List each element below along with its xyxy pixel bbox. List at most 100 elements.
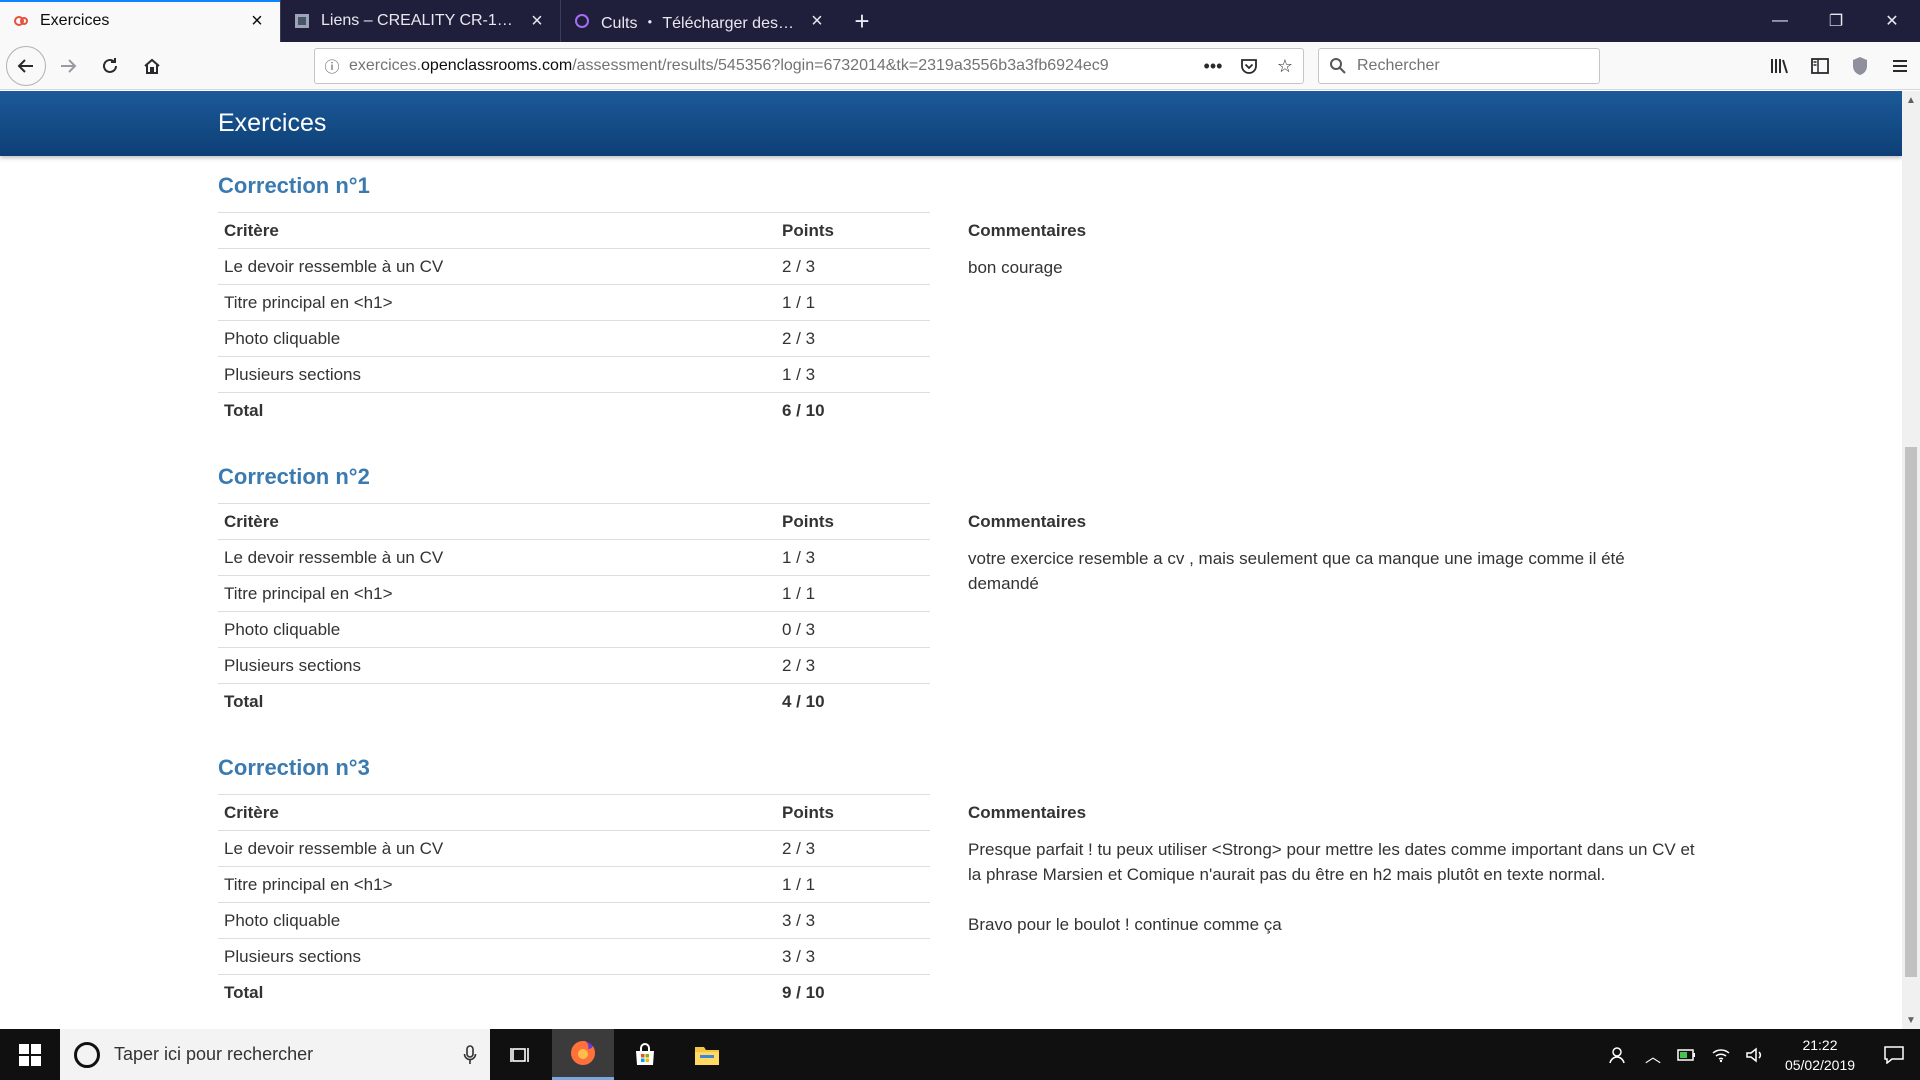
url-text[interactable]: exercices.openclassrooms.com/assessment/…: [349, 57, 1195, 75]
criterion-cell: Photo cliquable: [218, 320, 776, 357]
tab-close-icon[interactable]: ×: [526, 10, 548, 32]
toolbar-icons: [1760, 42, 1920, 90]
url-actions: ••• ☆: [1195, 56, 1303, 77]
new-tab-button[interactable]: +: [840, 0, 884, 42]
window-controls: — ❐ ✕: [1752, 0, 1920, 42]
comments-heading: Commentaires: [968, 803, 1087, 822]
tab-exercices[interactable]: Exercices ×: [0, 0, 280, 42]
points-cell: 1 / 3: [776, 356, 930, 393]
criterion-cell: Plusieurs sections: [218, 356, 776, 393]
tab-cults[interactable]: Cults ・ Télécharger des modèl ×: [560, 0, 840, 42]
pocket-icon[interactable]: [1231, 56, 1267, 77]
tab-strip: Exercices × Liens – CREALITY CR-10 FRANC…: [0, 0, 1920, 42]
sidebar-icon[interactable]: [1800, 57, 1840, 75]
search-input[interactable]: Rechercher: [1357, 57, 1440, 75]
volume-icon[interactable]: [1738, 1046, 1772, 1063]
task-view-icon[interactable]: [490, 1029, 552, 1080]
correction-section: Correction n°2 Critère Points Le devoir …: [218, 459, 1698, 720]
minimize-icon[interactable]: —: [1752, 0, 1808, 42]
table-row: Photo cliquable 0 / 3: [218, 611, 930, 648]
taskbar-search[interactable]: Taper ici pour rechercher: [60, 1029, 490, 1080]
table-header-row: Critère Points: [218, 503, 930, 540]
criterion-cell: Titre principal en <h1>: [218, 575, 776, 612]
bookmark-star-icon[interactable]: ☆: [1267, 56, 1303, 77]
correction-section: Correction n°1 Critère Points Le devoir …: [218, 168, 1698, 429]
points-cell: 2 / 3: [776, 647, 930, 684]
url-path: /assessment/results/545356?login=6732014…: [572, 57, 1109, 74]
points-cell: 0 / 3: [776, 611, 930, 648]
total-label: Total: [218, 974, 776, 1011]
correction-title: Correction n°1: [218, 173, 370, 198]
wifi-icon[interactable]: [1704, 1047, 1738, 1063]
tab-title: Liens – CREALITY CR-10 FRANC: [321, 12, 518, 29]
comment-text: votre exercice resemble a cv , mais seul…: [968, 549, 1625, 593]
criterion-cell: Le devoir ressemble à un CV: [218, 248, 776, 285]
table-row: Photo cliquable 3 / 3: [218, 902, 930, 939]
comments-block: Commentaires bon courage: [968, 218, 1698, 305]
scroll-up-icon[interactable]: ▲: [1902, 91, 1920, 109]
tab-liens-creality[interactable]: Liens – CREALITY CR-10 FRANC ×: [280, 0, 560, 42]
shield-icon[interactable]: [1840, 56, 1880, 76]
comment-text: Bravo pour le boulot ! continue comme ça: [968, 915, 1282, 934]
search-bar[interactable]: Rechercher: [1318, 48, 1600, 84]
table-row: Titre principal en <h1> 1 / 1: [218, 575, 930, 612]
chevron-up-icon[interactable]: ︿: [1636, 1043, 1670, 1067]
correction-title: Correction n°2: [218, 464, 370, 489]
reload-icon[interactable]: [90, 46, 130, 86]
restore-icon[interactable]: ❐: [1808, 0, 1864, 42]
firefox-icon[interactable]: [552, 1029, 614, 1080]
points-cell: 2 / 3: [776, 830, 930, 867]
url-bar[interactable]: ⓘ exercices.openclassrooms.com/assessmen…: [314, 48, 1304, 84]
battery-icon[interactable]: [1670, 1048, 1704, 1062]
back-arrow-icon[interactable]: [6, 45, 46, 86]
url-prefix: exercices.: [349, 57, 422, 74]
notifications-icon[interactable]: [1868, 1045, 1920, 1064]
windows-logo-icon: [19, 1043, 41, 1066]
total-row: Total 9 / 10: [218, 974, 930, 1011]
file-explorer-icon[interactable]: [676, 1029, 738, 1080]
table-row: Plusieurs sections 3 / 3: [218, 938, 930, 975]
people-icon[interactable]: [1602, 1046, 1636, 1064]
library-icon[interactable]: [1760, 57, 1800, 75]
points-header: Points: [776, 503, 930, 540]
criterion-header: Critère: [218, 503, 776, 540]
page-actions-icon[interactable]: •••: [1195, 56, 1231, 77]
page-title: Exercices: [218, 109, 327, 137]
tab-close-icon[interactable]: ×: [806, 10, 828, 32]
points-header: Points: [776, 212, 930, 249]
criterion-header: Critère: [218, 794, 776, 831]
taskbar: Taper ici pour rechercher ︿ 21:22 05/02/…: [0, 1029, 1920, 1080]
cults-favicon-icon: [573, 12, 591, 30]
creality-favicon-icon: [293, 12, 311, 30]
page-scrollbar[interactable]: ▲ ▼: [1902, 91, 1920, 1029]
correction-title: Correction n°3: [218, 755, 370, 780]
site-info-icon[interactable]: ⓘ: [315, 56, 349, 77]
forward-arrow-icon[interactable]: [48, 46, 88, 86]
microphone-icon[interactable]: [450, 1044, 490, 1065]
clock-date: 05/02/2019: [1784, 1056, 1856, 1073]
criterion-cell: Plusieurs sections: [218, 647, 776, 684]
total-row: Total 6 / 10: [218, 392, 930, 429]
scroll-down-icon[interactable]: ▼: [1902, 1011, 1920, 1029]
taskbar-search-input[interactable]: Taper ici pour rechercher: [114, 1044, 450, 1065]
store-icon[interactable]: [614, 1029, 676, 1080]
url-host: openclassrooms.com: [421, 57, 573, 74]
total-value: 9 / 10: [776, 974, 930, 1011]
correction-section: Correction n°3 Critère Points Le devoir …: [218, 750, 1698, 1011]
criterion-cell: Plusieurs sections: [218, 938, 776, 975]
scrollbar-thumb[interactable]: [1905, 447, 1917, 977]
system-tray: ︿ 21:22 05/02/2019: [1602, 1029, 1920, 1080]
total-label: Total: [218, 683, 776, 720]
points-cell: 3 / 3: [776, 938, 930, 975]
points-cell: 2 / 3: [776, 320, 930, 357]
home-icon[interactable]: [132, 46, 172, 86]
close-window-icon[interactable]: ✕: [1864, 0, 1920, 42]
tab-close-icon[interactable]: ×: [246, 10, 268, 32]
comment-text: bon courage: [968, 258, 1063, 277]
criterion-header: Critère: [218, 212, 776, 249]
hamburger-menu-icon[interactable]: [1880, 58, 1920, 74]
table-row: Plusieurs sections 1 / 3: [218, 356, 930, 393]
criterion-cell: Le devoir ressemble à un CV: [218, 830, 776, 867]
start-button[interactable]: [0, 1029, 60, 1080]
system-clock[interactable]: 21:22 05/02/2019: [1772, 1035, 1868, 1075]
